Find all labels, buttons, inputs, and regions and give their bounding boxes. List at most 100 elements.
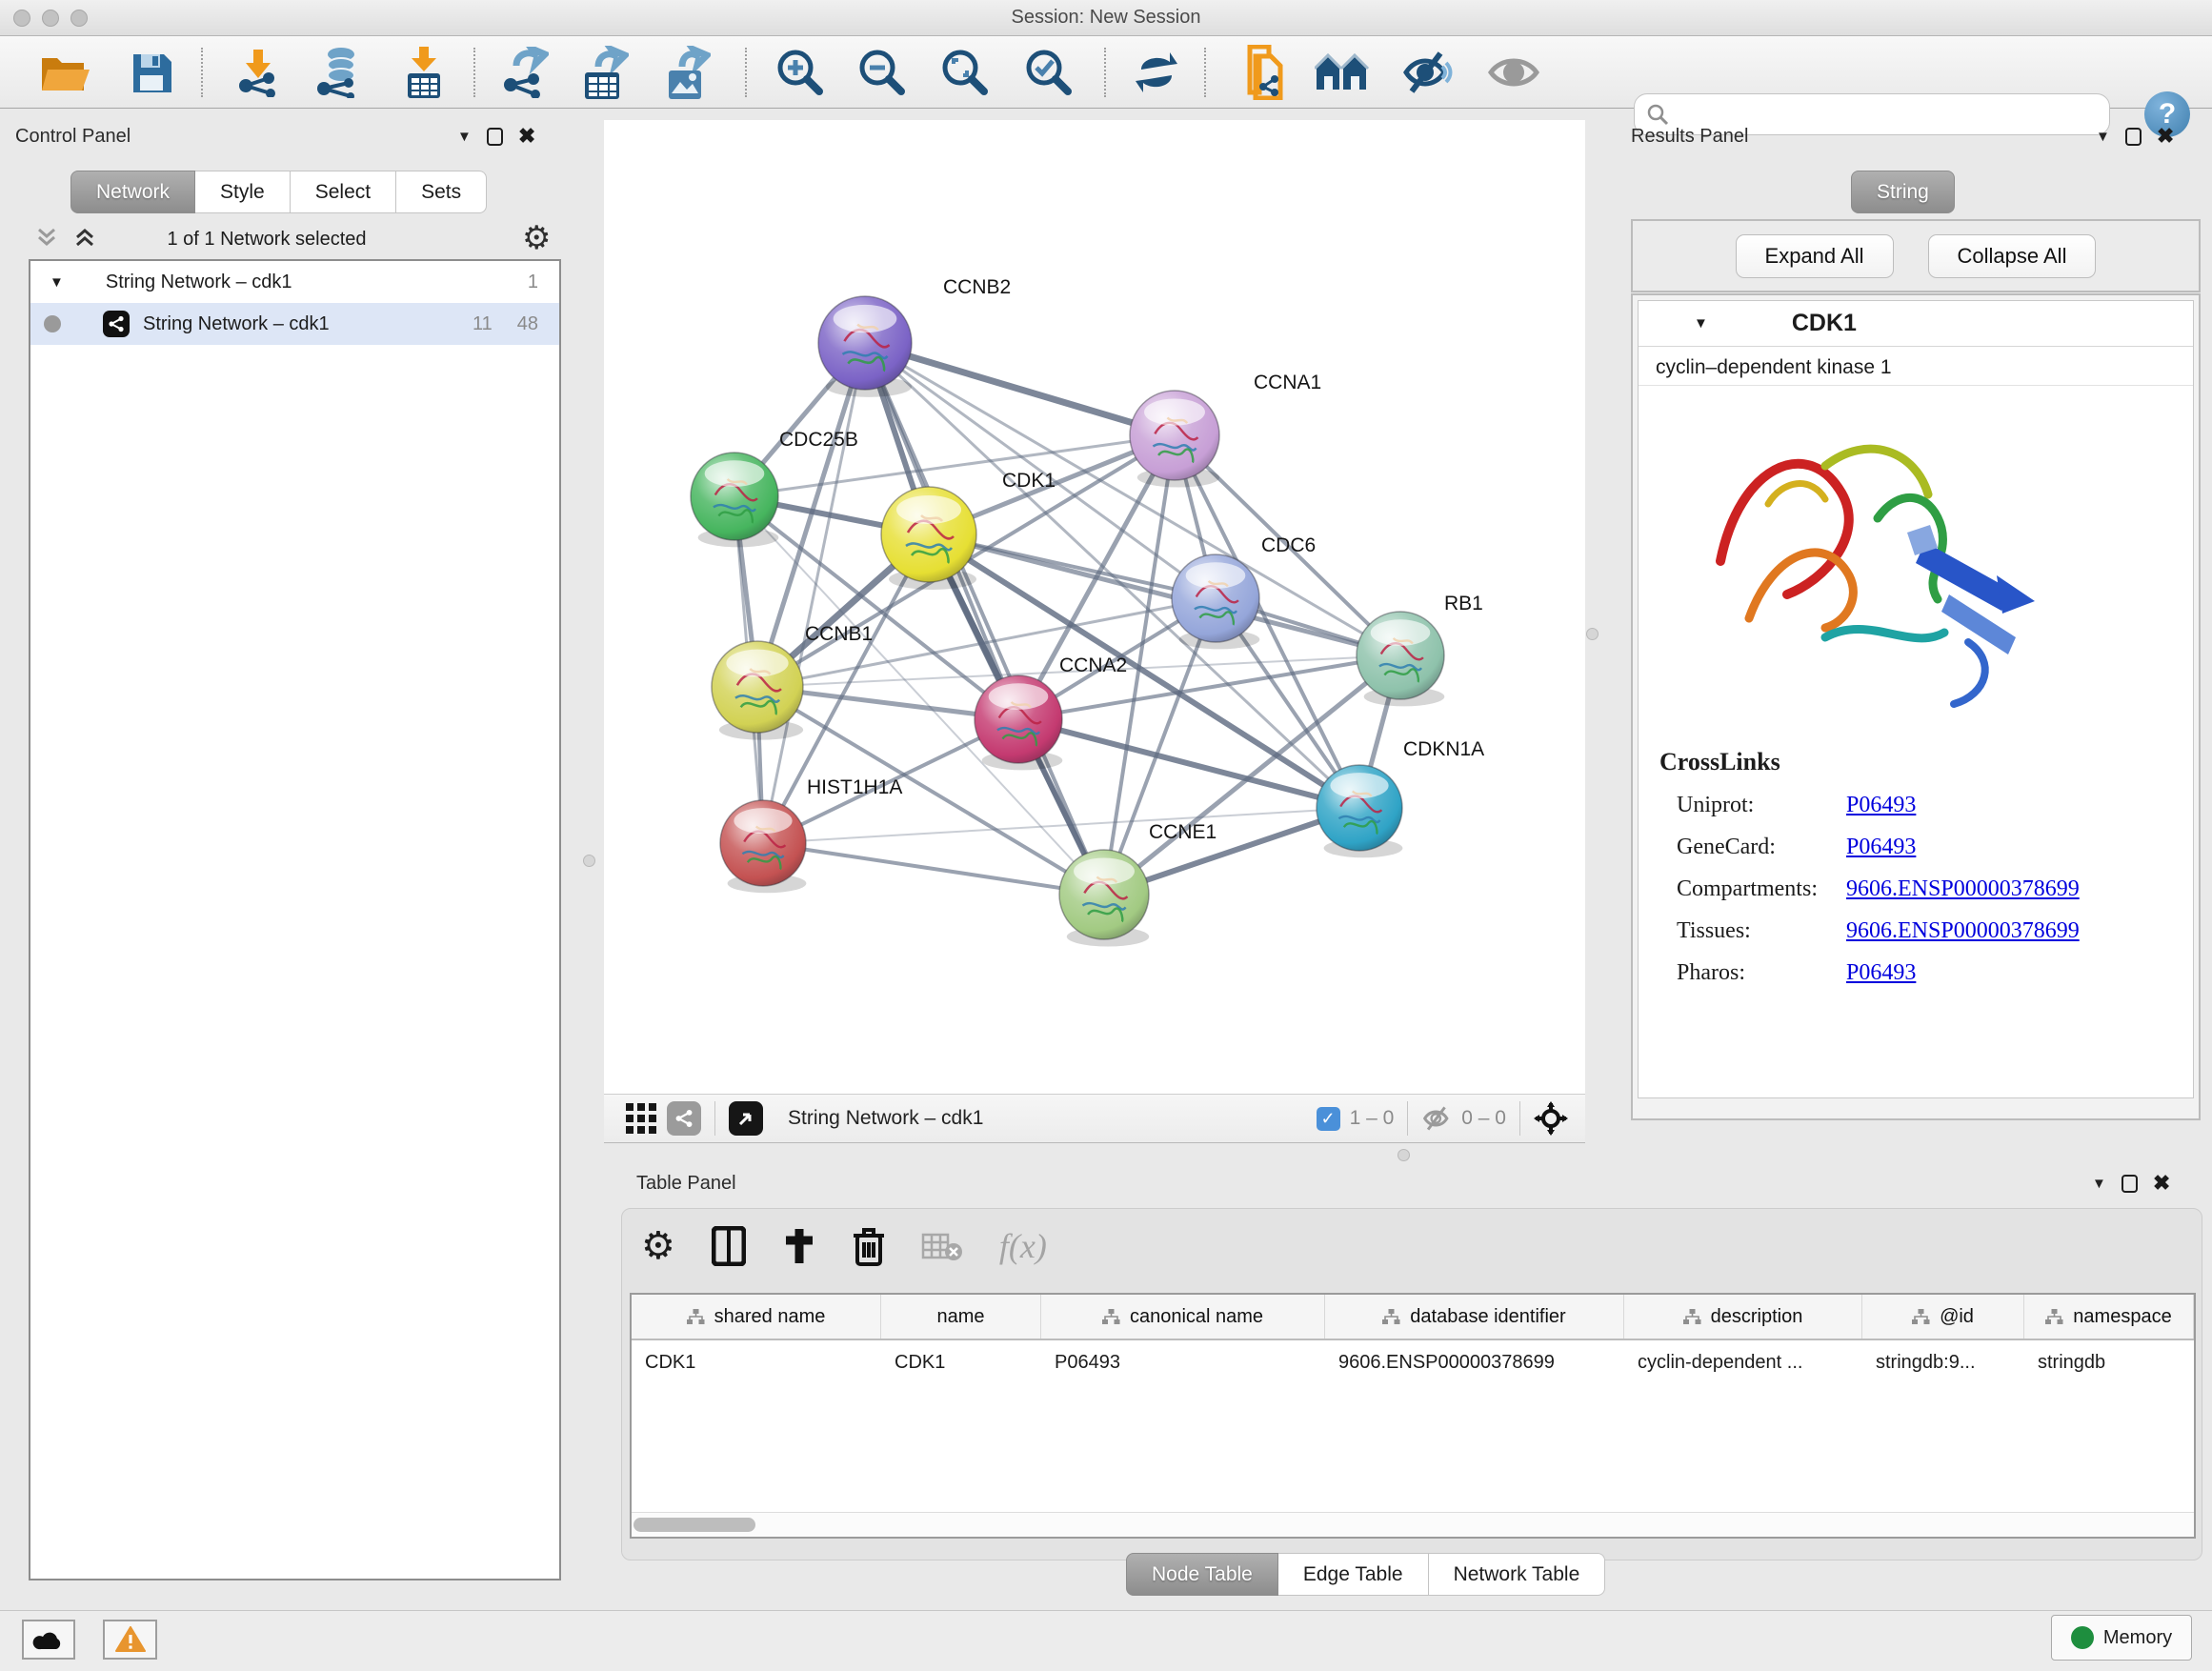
column-header-canonical-name[interactable]: canonical name [1041, 1295, 1325, 1339]
minimize-window-button[interactable] [42, 10, 59, 27]
tab-sets[interactable]: Sets [396, 171, 487, 213]
crosslink-link[interactable]: 9606.ENSP00000378699 [1846, 876, 2080, 902]
network-selection-status: 1 of 1 Network selected [0, 229, 533, 251]
network-row-selected[interactable]: String Network – cdk1 11 48 [30, 303, 559, 345]
crosslink-link[interactable]: 9606.ENSP00000378699 [1846, 918, 2080, 944]
float-panel-icon[interactable] [2125, 128, 2142, 146]
show-columns-icon[interactable] [712, 1226, 746, 1266]
cloud-button[interactable] [22, 1620, 75, 1660]
column-header--id[interactable]: @id [1862, 1295, 2024, 1339]
column-header-namespace[interactable]: namespace [2024, 1295, 2194, 1339]
export-table-icon[interactable] [579, 46, 629, 99]
zoom-in-icon[interactable] [775, 49, 823, 96]
memory-button[interactable]: Memory [2051, 1615, 2192, 1661]
tab-network-table[interactable]: Network Table [1429, 1553, 1606, 1596]
table-cell[interactable]: stringdb [2024, 1340, 2194, 1384]
network-edge[interactable] [929, 534, 1400, 655]
table-cell[interactable]: P06493 [1041, 1340, 1325, 1384]
tab-edge-table[interactable]: Edge Table [1278, 1553, 1429, 1596]
network-edge[interactable] [763, 843, 1104, 895]
close-panel-icon[interactable]: ✖ [2153, 1173, 2170, 1194]
add-column-icon[interactable] [782, 1227, 816, 1265]
network-collection-row[interactable]: ▼ String Network – cdk1 1 [30, 261, 559, 303]
open-folder-icon[interactable] [40, 50, 90, 94]
table-row[interactable]: CDK1CDK1P064939606.ENSP00000378699cyclin… [632, 1340, 2194, 1384]
network-node-cdk1[interactable]: CDK1 [881, 470, 1056, 590]
network-options-gear-icon[interactable]: ⚙ [522, 219, 551, 257]
save-icon[interactable] [130, 50, 173, 94]
network-node-hist1h1a[interactable]: HIST1H1A [720, 776, 902, 893]
column-header-shared-name[interactable]: shared name [632, 1295, 881, 1339]
close-panel-icon[interactable]: ✖ [518, 126, 535, 147]
gene-section-header[interactable]: ▼ CDK1 [1639, 301, 2193, 347]
hide-selected-icon[interactable] [1402, 50, 1454, 95]
scrollbar-thumb[interactable] [633, 1518, 755, 1532]
tab-style[interactable]: Style [195, 171, 291, 213]
network-edge[interactable] [865, 343, 1175, 435]
tab-network[interactable]: Network [70, 171, 195, 213]
right-splitter-handle[interactable] [1586, 628, 1599, 640]
column-header-database-identifier[interactable]: database identifier [1325, 1295, 1624, 1339]
status-bar: Memory [0, 1610, 2212, 1671]
collapse-panel-icon[interactable]: ▼ [457, 129, 472, 145]
copy-network-icon[interactable] [1237, 45, 1284, 100]
export-network-icon[interactable] [499, 47, 549, 98]
network-node-cdc6[interactable]: CDC6 [1172, 534, 1316, 649]
expand-all-button[interactable]: Expand All [1736, 234, 1894, 278]
zoom-out-icon[interactable] [857, 49, 905, 96]
warning-button[interactable] [103, 1620, 157, 1660]
import-table-icon[interactable] [400, 47, 448, 98]
table-horizontal-scrollbar[interactable] [632, 1512, 2194, 1537]
window-controls[interactable] [13, 10, 88, 27]
table-cell[interactable]: cyclin-dependent ... [1624, 1340, 1862, 1384]
zoom-selected-icon[interactable] [1024, 49, 1072, 96]
table-cell[interactable]: CDK1 [881, 1340, 1041, 1384]
export-image-icon[interactable] [661, 46, 711, 99]
network-node-rb1[interactable]: RB1 [1357, 593, 1483, 706]
close-panel-icon[interactable]: ✖ [2157, 126, 2174, 147]
left-splitter-handle[interactable] [583, 855, 595, 867]
crosslink-link[interactable]: P06493 [1846, 835, 1916, 860]
function-builder-icon[interactable]: f(x) [999, 1226, 1047, 1266]
network-node-cdkn1a[interactable]: CDKN1A [1317, 738, 1484, 857]
network-edge[interactable] [763, 343, 865, 843]
import-network-icon[interactable] [234, 48, 282, 97]
selected-checkbox[interactable]: ✓ [1317, 1107, 1340, 1131]
fit-content-icon[interactable] [1534, 1101, 1568, 1136]
first-neighbors-icon[interactable] [1315, 51, 1370, 93]
table-cell[interactable]: CDK1 [632, 1340, 881, 1384]
table-cell[interactable]: 9606.ENSP00000378699 [1325, 1340, 1624, 1384]
close-window-button[interactable] [13, 10, 30, 27]
collapse-panel-icon[interactable]: ▼ [2096, 129, 2110, 145]
network-node-ccna1[interactable]: CCNA1 [1130, 372, 1321, 488]
network-node-ccne1[interactable]: CCNE1 [1059, 821, 1217, 947]
tab-select[interactable]: Select [291, 171, 396, 213]
network-canvas[interactable]: CCNB2CCNA1CDC25BCDK1CDC6RB1CCNB1CCNA2CDK… [604, 120, 1585, 1094]
refresh-layout-icon[interactable] [1134, 50, 1179, 94]
tree-expand-icon[interactable]: ▼ [50, 274, 64, 291]
column-header-name[interactable]: name [881, 1295, 1041, 1339]
collapse-panel-icon[interactable]: ▼ [2092, 1176, 2106, 1192]
delete-table-icon[interactable] [921, 1231, 963, 1261]
maximize-window-button[interactable] [70, 10, 88, 27]
float-panel-icon[interactable] [2122, 1175, 2138, 1193]
tab-node-table[interactable]: Node Table [1126, 1553, 1278, 1596]
tab-string[interactable]: String [1851, 171, 1955, 213]
birdseye-view-icon[interactable] [729, 1101, 763, 1136]
show-all-icon[interactable] [1488, 53, 1539, 91]
collapse-all-button[interactable]: Collapse All [1928, 234, 2097, 278]
float-panel-icon[interactable] [487, 128, 503, 146]
table-options-gear-icon[interactable]: ⚙ [641, 1227, 675, 1265]
column-header-description[interactable]: description [1624, 1295, 1862, 1339]
crosslink-link[interactable]: P06493 [1846, 793, 1916, 818]
share-view-icon[interactable] [667, 1101, 701, 1136]
zoom-fit-icon[interactable] [940, 49, 988, 96]
import-database-icon[interactable] [312, 47, 364, 98]
crosslink-link[interactable]: P06493 [1846, 960, 1916, 986]
table-cell[interactable]: stringdb:9... [1862, 1340, 2024, 1384]
network-edge[interactable] [865, 343, 1104, 895]
delete-column-icon[interactable] [853, 1226, 885, 1266]
toolbar-separator [1204, 48, 1206, 97]
section-collapse-icon[interactable]: ▼ [1694, 315, 1708, 332]
grid-view-icon[interactable] [625, 1102, 657, 1135]
